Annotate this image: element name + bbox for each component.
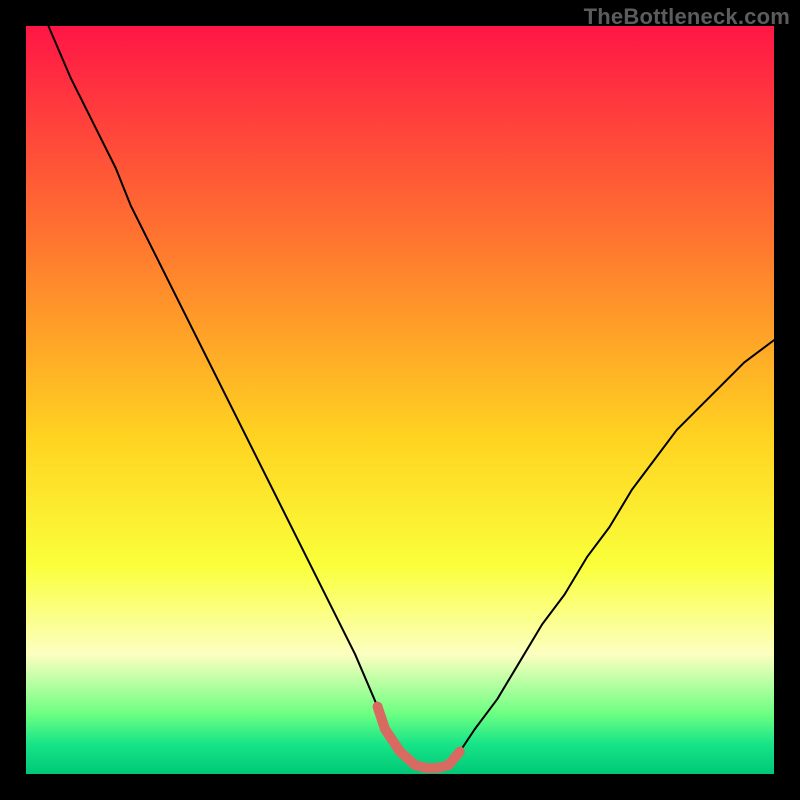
watermark-text: TheBottleneck.com (584, 4, 790, 30)
bottleneck-curve (26, 26, 774, 768)
highlight-segment (378, 707, 460, 768)
curve-layer (26, 26, 774, 774)
plot-area (26, 26, 774, 774)
chart-stage: TheBottleneck.com (0, 0, 800, 800)
